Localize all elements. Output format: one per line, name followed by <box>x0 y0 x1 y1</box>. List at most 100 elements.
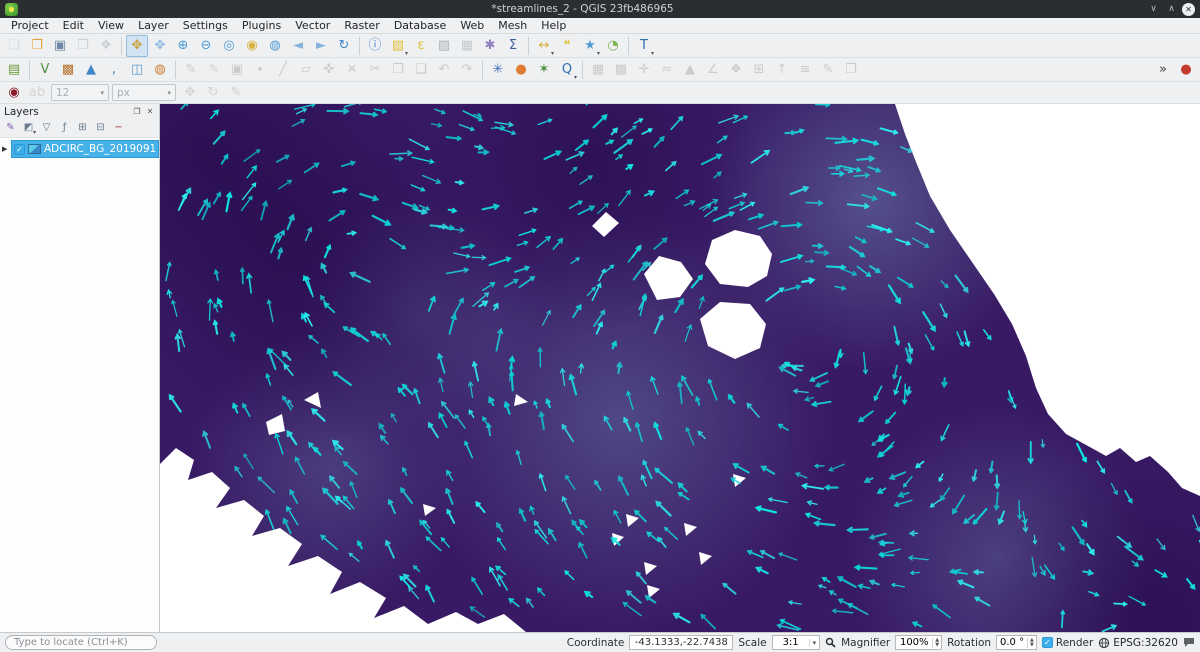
minimize-button[interactable]: ∨ <box>1146 2 1161 16</box>
remove-layer-icon: − <box>114 123 122 133</box>
select-by-expression-button[interactable]: ε <box>410 35 432 57</box>
map-tips-button[interactable]: ❝ <box>556 35 578 57</box>
filter-legend-button[interactable]: ▽ <box>38 120 55 136</box>
render-checkbox[interactable]: ✓ Render <box>1042 637 1093 649</box>
magnifier-spinbox[interactable]: ▲▼ <box>895 635 942 650</box>
maximize-button[interactable]: ∧ <box>1164 2 1179 16</box>
new-project-button[interactable]: ❏ <box>3 35 25 57</box>
add-wms-layer-button[interactable]: ◍ <box>149 59 171 81</box>
menu-layer[interactable]: Layer <box>131 18 176 33</box>
copy-features-button: ❐ <box>387 59 409 81</box>
add-mesh-layer-button[interactable]: ▲ <box>80 59 102 81</box>
pan-to-selection-button[interactable]: ✥ <box>149 35 171 57</box>
zoom-next-button[interactable]: ► <box>310 35 332 57</box>
menu-web[interactable]: Web <box>453 18 491 33</box>
menu-mesh[interactable]: Mesh <box>491 18 534 33</box>
field-calculator-button[interactable]: ✱ <box>479 35 501 57</box>
titlebar[interactable]: *streamlines_2 - QGIS 23fb486965 ∨ ∧ ✕ <box>0 0 1200 18</box>
magnifier-input[interactable] <box>896 637 932 649</box>
toolbar-overflow-button[interactable]: » <box>1152 59 1174 81</box>
expand-all-button[interactable]: ⊞ <box>74 120 91 136</box>
open-layer-styling-panel-button[interactable]: ✎ <box>2 120 19 136</box>
rotation-spin-buttons[interactable]: ▲▼ <box>1027 638 1036 648</box>
layer-visibility-checkbox[interactable]: ✓ <box>14 144 25 155</box>
layer-row[interactable]: ✓ADCIRC_BG_20190910_1t <box>11 140 159 158</box>
select-features-button[interactable]: ▧▾ <box>387 35 409 57</box>
save-project-button[interactable]: ▣ <box>49 35 71 57</box>
zoom-out-button[interactable]: ⊖ <box>195 35 217 57</box>
menu-edit[interactable]: Edit <box>56 18 91 33</box>
zoom-full-button[interactable]: ◎ <box>218 35 240 57</box>
toolbar-separator <box>359 37 360 55</box>
zoom-in-button[interactable]: ⊕ <box>172 35 194 57</box>
text-annotation-button[interactable]: T▾ <box>633 35 655 57</box>
layer-styling-button[interactable]: ◉ <box>3 82 25 104</box>
processing-toolbox-button[interactable]: ✳ <box>487 59 509 81</box>
dropdown-arrow-icon: ▾ <box>597 50 600 57</box>
menu-plugins[interactable]: Plugins <box>235 18 288 33</box>
coordinate-input[interactable] <box>629 635 733 650</box>
render-label: Render <box>1056 637 1093 649</box>
zoom-last-button[interactable]: ◄ <box>287 35 309 57</box>
add-postgis-layer-button[interactable]: ◫ <box>126 59 148 81</box>
add-raster-layer-icon: ▩ <box>62 63 74 76</box>
menu-vector[interactable]: Vector <box>288 18 337 33</box>
pan-map-icon: ✥ <box>132 39 143 52</box>
north-arrow-button: ↑ <box>771 59 793 81</box>
zoom-to-layer-button[interactable]: ◍ <box>264 35 286 57</box>
render-checkbox-box[interactable]: ✓ <box>1042 637 1053 648</box>
deselect-features-button[interactable]: ▧ <box>433 35 455 57</box>
identify-features-button[interactable]: ⓘ <box>364 35 386 57</box>
menu-project[interactable]: Project <box>4 18 56 33</box>
menu-help[interactable]: Help <box>534 18 573 33</box>
add-line-feature-button: ╱ <box>272 59 294 81</box>
menu-view[interactable]: View <box>91 18 131 33</box>
map-canvas[interactable] <box>160 104 1200 632</box>
layer-expander-icon[interactable]: ▶ <box>2 145 11 153</box>
collapse-all-button[interactable]: ⊟ <box>92 120 109 136</box>
refresh-map-button[interactable]: ↻ <box>333 35 355 57</box>
show-layout-manager-button[interactable]: ❖ <box>95 35 117 57</box>
filter-by-expression-button[interactable]: ƒ <box>56 120 73 136</box>
rotation-spinbox[interactable]: ▲▼ <box>996 635 1037 650</box>
open-project-button[interactable]: ❐ <box>26 35 48 57</box>
temporal-controller-button[interactable]: ◔ <box>602 35 624 57</box>
zoom-to-selection-button[interactable]: ◉ <box>241 35 263 57</box>
remove-layer-button[interactable]: − <box>110 120 127 136</box>
locator-input[interactable] <box>5 635 157 650</box>
messages-icon[interactable] <box>1183 637 1195 648</box>
add-vector-layer-button[interactable]: V <box>34 59 56 81</box>
close-button[interactable]: ✕ <box>1182 3 1195 16</box>
open-data-source-manager-icon: ▤ <box>8 63 20 76</box>
scale-lock-icon[interactable] <box>825 637 836 648</box>
mesh-calculator-button: ▦ <box>587 59 609 81</box>
open-attribute-table-button[interactable]: ▦ <box>456 35 478 57</box>
scale-dropdown-icon[interactable]: ▾ <box>809 639 820 647</box>
save-layer-edits-button: ▣ <box>226 59 248 81</box>
layer-item[interactable]: ▶✓ADCIRC_BG_20190910_1t <box>0 140 159 158</box>
close-panel-button[interactable]: ✕ <box>145 107 155 116</box>
rotation-input[interactable] <box>997 637 1027 649</box>
menu-settings[interactable]: Settings <box>176 18 235 33</box>
new-print-layout-button[interactable]: ❒ <box>72 35 94 57</box>
manage-map-themes-button[interactable]: ◩▾ <box>20 120 37 136</box>
add-raster-layer-button[interactable]: ▩ <box>57 59 79 81</box>
scale-input[interactable] <box>773 637 809 649</box>
new-spatial-bookmark-button[interactable]: ★▾ <box>579 35 601 57</box>
scale-combo[interactable]: ▾ <box>772 635 821 650</box>
float-panel-button[interactable]: ❐ <box>132 107 142 116</box>
menu-database[interactable]: Database <box>387 18 454 33</box>
plugin-error-button[interactable]: ● <box>1175 59 1197 81</box>
crs-status-button[interactable]: EPSG:32620 <box>1098 637 1178 649</box>
plugin-debug-button[interactable]: ✶ <box>533 59 555 81</box>
menu-raster[interactable]: Raster <box>337 18 386 33</box>
pan-map-button[interactable]: ✥ <box>126 35 148 57</box>
layout-atlas-icon: ❒ <box>845 63 857 76</box>
osm-place-search-button[interactable]: ● <box>510 59 532 81</box>
qgis-resources-button[interactable]: Q▾ <box>556 59 578 81</box>
open-data-source-manager-button[interactable]: ▤ <box>3 59 25 81</box>
statistical-summary-button[interactable]: Σ <box>502 35 524 57</box>
measure-line-button[interactable]: ↔▾ <box>533 35 555 57</box>
add-delimited-text-layer-button[interactable]: , <box>103 59 125 81</box>
magnifier-spin-buttons[interactable]: ▲▼ <box>932 638 941 648</box>
